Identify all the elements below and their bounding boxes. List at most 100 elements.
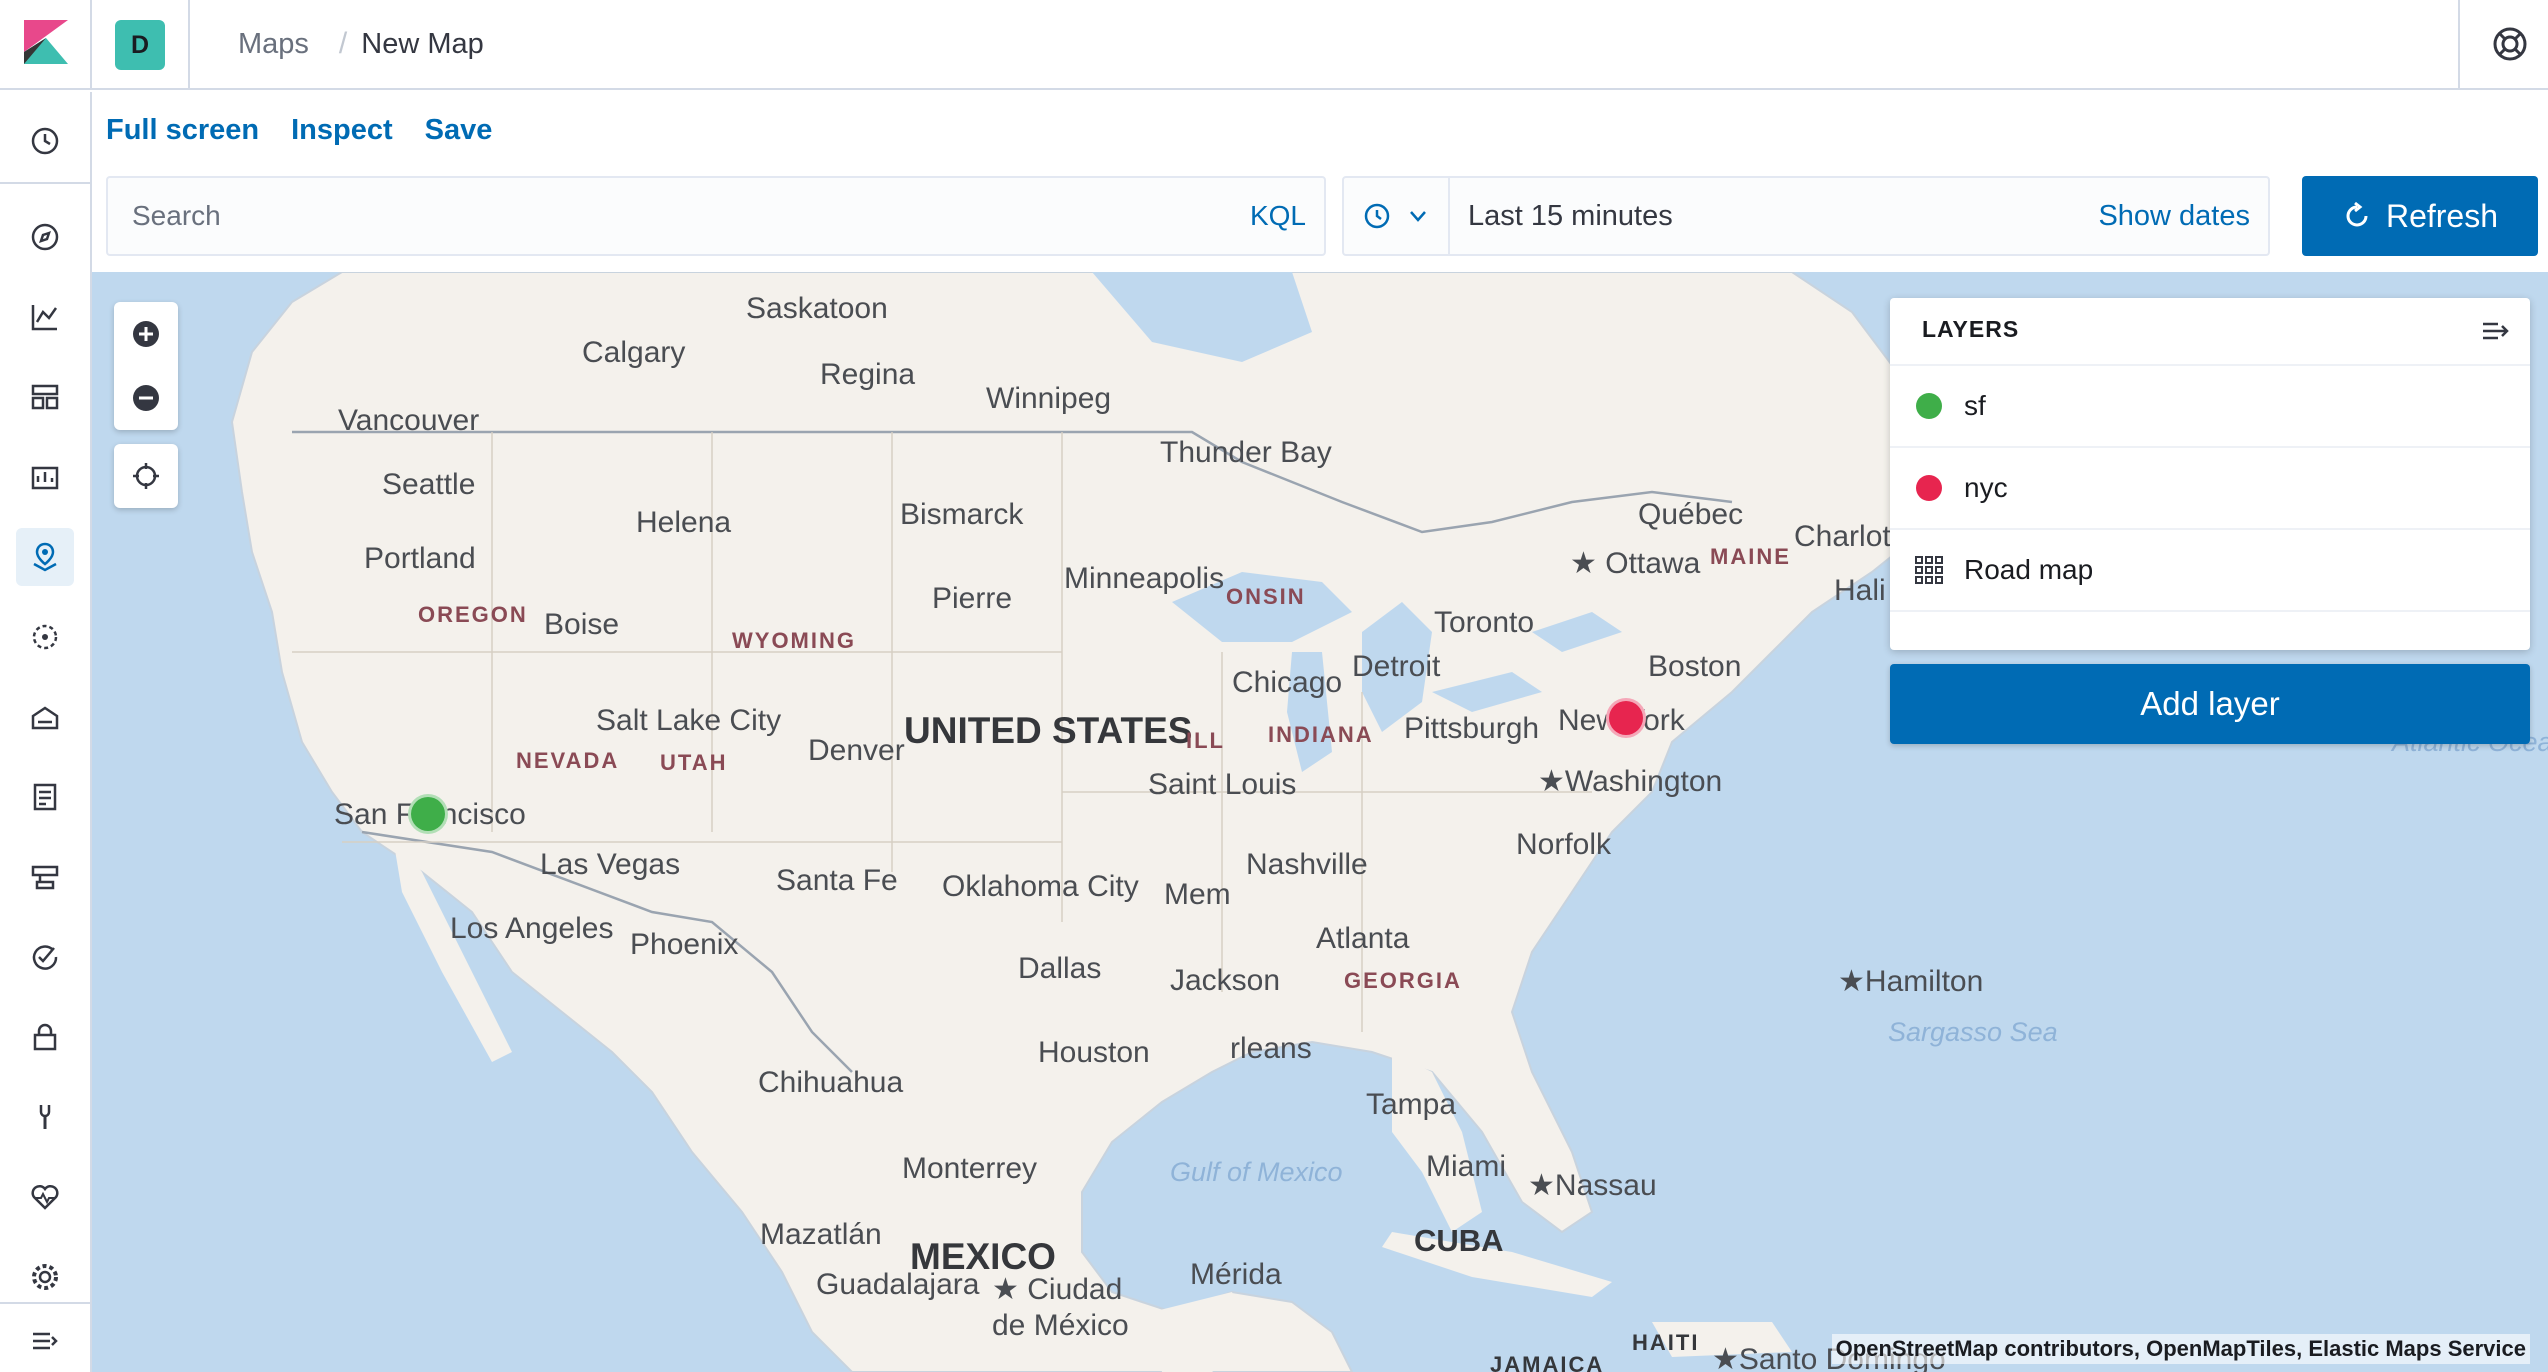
- wrench-icon: [39, 1105, 51, 1129]
- map-label: Helena: [636, 506, 732, 539]
- menu-collapse-icon: [33, 1332, 58, 1350]
- help-lifebuoy-icon[interactable]: [2490, 24, 2530, 64]
- map-label: Miami: [1426, 1150, 1506, 1183]
- date-range-text[interactable]: Last 15 minutes: [1468, 178, 1673, 254]
- search-input[interactable]: Search KQL: [106, 176, 1326, 256]
- layer-row-sf[interactable]: sf: [1890, 364, 2530, 446]
- sf-data-point[interactable]: [408, 794, 448, 834]
- map-label: Guadalajara: [816, 1268, 980, 1301]
- nav-uptime[interactable]: [16, 928, 74, 986]
- map-label: Saskatoon: [746, 292, 888, 325]
- canvas-icon: [31, 466, 59, 490]
- zoom-out-button[interactable]: [114, 366, 178, 430]
- crosshair-icon: [133, 463, 159, 489]
- calendar-clock-icon: [1364, 203, 1390, 229]
- zoom-in-button[interactable]: [114, 302, 178, 366]
- map-label: Charlot: [1794, 520, 1891, 553]
- circle-dot-icon: [1916, 475, 1942, 501]
- inspect-link[interactable]: Inspect: [291, 114, 393, 147]
- collapse-panel-icon[interactable]: [2480, 316, 2512, 346]
- gear-icon: [32, 1264, 58, 1290]
- kibana-logo-icon[interactable]: [20, 16, 72, 68]
- plus-circle-icon: [133, 321, 159, 347]
- map-label: Las Vegas: [540, 848, 681, 881]
- space-avatar[interactable]: D: [115, 20, 165, 70]
- locate-control: [114, 444, 178, 508]
- map-label-country: HAITI: [1632, 1330, 1700, 1355]
- date-picker: Last 15 minutes Show dates: [1342, 176, 2270, 256]
- map-label: Houston: [1038, 1036, 1150, 1069]
- map-label: rleans: [1230, 1032, 1312, 1065]
- nav-infrastructure[interactable]: [16, 688, 74, 746]
- map-label: Santa Fe: [776, 864, 898, 897]
- layers-panel: LAYERS sf nyc Road map: [1890, 298, 2530, 650]
- map-label: ★ Ottawa: [1570, 547, 1701, 580]
- map-label: Winnipeg: [986, 382, 1112, 415]
- refresh-icon: [2346, 201, 2368, 227]
- layer-row-nyc[interactable]: nyc: [1890, 446, 2530, 528]
- refresh-button[interactable]: Refresh: [2302, 176, 2538, 256]
- nav-canvas[interactable]: [16, 448, 74, 506]
- minus-circle-icon: [133, 385, 159, 411]
- map-label: MAINE: [1710, 544, 1791, 569]
- nav-machine-learning[interactable]: [16, 608, 74, 666]
- show-dates-link[interactable]: Show dates: [2098, 178, 2250, 254]
- nav-recent-clock-icon[interactable]: [16, 112, 74, 170]
- add-layer-button[interactable]: Add layer: [1890, 664, 2530, 744]
- visualize-icon: [31, 305, 58, 331]
- layers-title: LAYERS: [1922, 316, 2020, 342]
- nyc-data-point[interactable]: [1606, 698, 1646, 738]
- heartbeat-icon: [31, 1184, 59, 1210]
- map-label: Oklahoma City: [942, 870, 1139, 903]
- map-label: Monterrey: [902, 1152, 1038, 1185]
- nav-visualize[interactable]: [16, 288, 74, 346]
- map-label: Regina: [820, 358, 916, 391]
- map-canvas[interactable]: Saskatoon Calgary Regina Winnipeg Vancou…: [92, 272, 2548, 1372]
- layer-row-road-map[interactable]: Road map: [1890, 528, 2530, 610]
- map-label: Detroit: [1352, 650, 1441, 683]
- nav-monitoring[interactable]: [16, 1168, 74, 1226]
- nav-logs[interactable]: [16, 768, 74, 826]
- breadcrumb-maps-link[interactable]: Maps: [238, 28, 309, 61]
- map-label: ILL: [1186, 728, 1225, 753]
- map-label: Mazatlán: [760, 1218, 882, 1251]
- nav-discover[interactable]: [16, 208, 74, 266]
- map-label: Mérida: [1190, 1258, 1282, 1291]
- clock-icon: [31, 127, 59, 155]
- full-screen-link[interactable]: Full screen: [106, 114, 259, 147]
- chevron-down-icon: [1410, 211, 1426, 222]
- map-label: UTAH: [660, 750, 728, 775]
- map-label: Chihuahua: [758, 1066, 904, 1099]
- map-label-text: Ciudad de México: [992, 1273, 1129, 1342]
- nav-collapse[interactable]: [16, 1312, 74, 1370]
- map-label: WYOMING: [732, 628, 856, 653]
- top-header: D Maps / New Map: [0, 0, 2548, 90]
- nav-management[interactable]: [16, 1248, 74, 1306]
- set-view-button[interactable]: [114, 444, 178, 508]
- nav-security[interactable]: [16, 1008, 74, 1066]
- nav-devtools[interactable]: [16, 1088, 74, 1146]
- map-label: GEORGIA: [1344, 968, 1462, 993]
- map-label: Mem: [1164, 878, 1231, 911]
- map-label: ★Washington: [1538, 765, 1723, 798]
- layer-name: Road map: [1964, 554, 2094, 585]
- map-label: Saint Louis: [1148, 768, 1297, 801]
- header-divider: [90, 0, 92, 90]
- map-label-text: Nassau: [1554, 1169, 1657, 1202]
- nav-maps[interactable]: [16, 528, 74, 586]
- map-label: Hali: [1834, 574, 1886, 607]
- query-language-button[interactable]: KQL: [1250, 178, 1306, 254]
- quick-select-button[interactable]: [1344, 178, 1450, 254]
- map-label: Boise: [544, 608, 620, 641]
- search-placeholder: Search: [132, 200, 221, 231]
- save-link[interactable]: Save: [425, 114, 493, 147]
- nav-divider: [0, 1302, 90, 1304]
- lock-icon: [33, 1023, 57, 1051]
- nav-dashboard[interactable]: [16, 368, 74, 426]
- map-label-country: CUBA: [1414, 1223, 1504, 1258]
- map-attribution[interactable]: OpenStreetMap contributors, OpenMapTiles…: [1831, 1334, 2530, 1364]
- map-label: Norfolk: [1516, 828, 1612, 861]
- layer-name: nyc: [1964, 472, 2008, 503]
- nav-apm[interactable]: [16, 848, 74, 906]
- map-label: Seattle: [382, 468, 476, 501]
